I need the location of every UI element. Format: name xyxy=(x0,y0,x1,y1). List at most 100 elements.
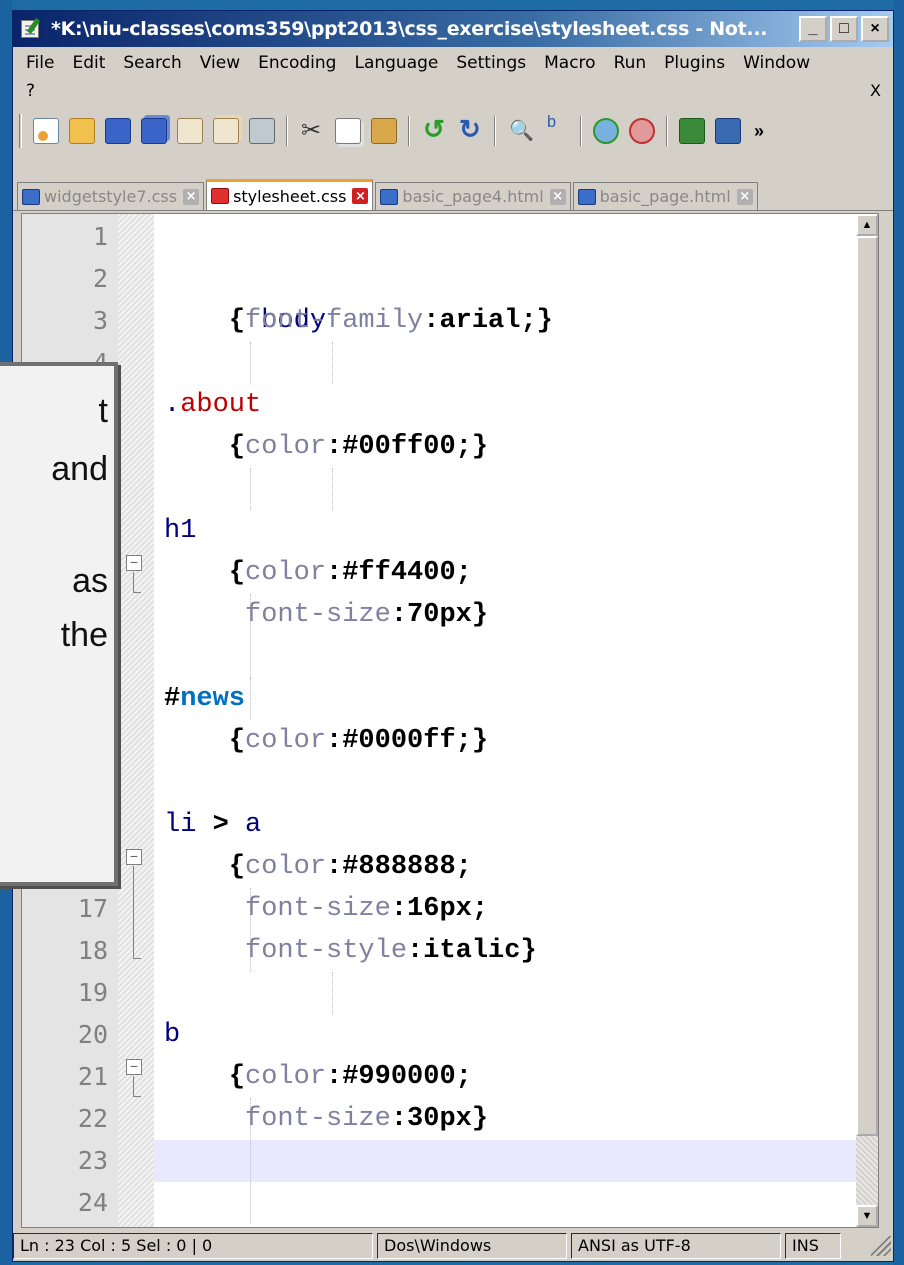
toolbar-overflow-chevron-icon[interactable]: » xyxy=(754,121,764,142)
undo-icon[interactable] xyxy=(421,114,447,145)
close-file-icon[interactable] xyxy=(177,118,203,144)
line-number: 21 xyxy=(77,1062,108,1091)
save-all-icon[interactable] xyxy=(141,118,167,144)
status-encoding: ANSI as UTF-8 xyxy=(571,1233,781,1259)
menu-file[interactable]: File xyxy=(17,53,63,73)
menu-edit[interactable]: Edit xyxy=(63,53,114,73)
tab-close-icon[interactable]: × xyxy=(736,188,753,205)
document-tab-bar: widgetstyle7.css × stylesheet.css × basi… xyxy=(13,179,893,211)
brace: { xyxy=(228,726,246,756)
tab-close-icon[interactable]: × xyxy=(352,188,369,204)
menu-macro[interactable]: Macro xyxy=(535,53,604,73)
code-editor[interactable]: 1 2 3 4 17 18 19 20 21 22 23 24 − − xyxy=(21,213,879,1228)
value: :#00ff00;} xyxy=(326,432,489,462)
menu-search[interactable]: Search xyxy=(114,53,190,73)
code-line: font-size:16px; xyxy=(164,888,488,930)
menu-help[interactable]: ? xyxy=(17,81,44,101)
copy-icon[interactable] xyxy=(335,118,361,144)
menu-encoding[interactable]: Encoding xyxy=(249,53,345,73)
property: font-size xyxy=(245,894,391,924)
zoom-out-icon[interactable] xyxy=(629,118,655,144)
tab-close-icon[interactable]: × xyxy=(183,188,200,205)
code-line: font-style:italic} xyxy=(164,930,537,972)
code-line: font-size:70px} xyxy=(164,594,488,636)
scrollbar-thumb[interactable] xyxy=(856,236,878,1136)
fold-toggle-icon[interactable]: − xyxy=(126,849,142,865)
redo-icon[interactable] xyxy=(457,114,483,145)
toolbar-grip[interactable] xyxy=(19,114,22,148)
resize-grip-icon[interactable] xyxy=(871,1236,891,1256)
value: :16px; xyxy=(390,894,489,924)
slide-background-right xyxy=(894,0,904,1265)
new-file-icon[interactable] xyxy=(33,118,59,144)
selector-id: news xyxy=(180,684,246,714)
menu-window[interactable]: Window xyxy=(734,53,819,73)
property: color xyxy=(245,558,327,588)
slide-text-line: and xyxy=(51,450,108,488)
find-icon[interactable] xyxy=(507,118,534,144)
cut-icon[interactable] xyxy=(299,116,325,145)
title-bar[interactable]: *K:\niu-classes\coms359\ppt2013\css_exer… xyxy=(13,11,893,47)
value: :italic} xyxy=(407,936,537,966)
close-document-button[interactable]: X xyxy=(870,81,881,100)
menu-plugins[interactable]: Plugins xyxy=(655,53,734,73)
line-number: 1 xyxy=(92,222,108,251)
print-icon[interactable] xyxy=(249,118,275,144)
toolbar-separator xyxy=(666,116,668,146)
value: :#888888; xyxy=(326,852,472,882)
fold-margin[interactable] xyxy=(118,214,154,1227)
code-line: #news xyxy=(164,678,245,720)
property: color xyxy=(245,852,327,882)
indent-guide xyxy=(250,468,251,510)
sync-vertical-icon[interactable] xyxy=(679,118,705,144)
maximize-button[interactable]: □ xyxy=(830,16,858,42)
tab-label: basic_page.html xyxy=(599,187,731,206)
tab-basic-page[interactable]: basic_page.html × xyxy=(572,182,758,210)
open-file-icon[interactable] xyxy=(69,118,95,144)
tab-close-icon[interactable]: × xyxy=(549,188,566,205)
sync-horizontal-icon[interactable] xyxy=(715,118,741,144)
fold-toggle-icon[interactable]: − xyxy=(126,1059,142,1075)
scroll-down-icon[interactable]: ▼ xyxy=(856,1205,878,1227)
menu-settings[interactable]: Settings xyxy=(447,53,535,73)
slide-text-line: as xyxy=(72,562,108,600)
brace: { xyxy=(228,432,246,462)
id-hash: # xyxy=(164,684,181,714)
vertical-scrollbar[interactable]: ▲ ▼ xyxy=(856,214,878,1227)
value: :70px} xyxy=(390,600,489,630)
property: color xyxy=(245,726,327,756)
tab-stylesheet[interactable]: stylesheet.css × xyxy=(206,179,374,210)
indent-guide xyxy=(250,678,251,720)
scroll-up-icon[interactable]: ▲ xyxy=(856,214,878,236)
menu-run[interactable]: Run xyxy=(605,53,656,73)
menu-language[interactable]: Language xyxy=(345,53,447,73)
tab-label: basic_page4.html xyxy=(402,187,544,206)
file-saved-icon xyxy=(22,188,40,205)
close-all-icon[interactable] xyxy=(213,118,239,144)
close-button[interactable]: × xyxy=(861,16,889,42)
tab-widgetstyle7[interactable]: widgetstyle7.css × xyxy=(17,182,205,210)
line-number: 22 xyxy=(77,1104,108,1133)
minimize-button[interactable]: _ xyxy=(799,16,827,42)
value: :30px} xyxy=(390,1104,489,1134)
toolbar-separator xyxy=(494,116,496,146)
save-icon[interactable] xyxy=(105,118,131,144)
toolbar-separator xyxy=(286,116,288,146)
replace-icon[interactable] xyxy=(543,112,569,144)
fold-line xyxy=(133,572,134,592)
paste-icon[interactable] xyxy=(371,118,397,144)
slide-text-line: the xyxy=(60,616,108,654)
menu-view[interactable]: View xyxy=(191,53,249,73)
slide-text-line: t xyxy=(98,392,108,430)
tab-basic-page4[interactable]: basic_page4.html × xyxy=(375,182,571,210)
status-insert-mode: INS xyxy=(785,1233,841,1259)
code-line: {font-family:arial;} xyxy=(164,300,553,342)
notepad-plus-plus-window: *K:\niu-classes\coms359\ppt2013\css_exer… xyxy=(12,10,894,1262)
fold-toggle-icon[interactable]: − xyxy=(126,555,142,571)
brace: { xyxy=(228,1062,246,1092)
zoom-in-icon[interactable] xyxy=(593,118,619,144)
indent-guide xyxy=(250,342,251,384)
child-combinator: > xyxy=(196,810,246,840)
notepad-app-icon[interactable] xyxy=(19,18,43,40)
status-cursor-position: Ln : 23 Col : 5 Sel : 0 | 0 xyxy=(13,1233,373,1259)
